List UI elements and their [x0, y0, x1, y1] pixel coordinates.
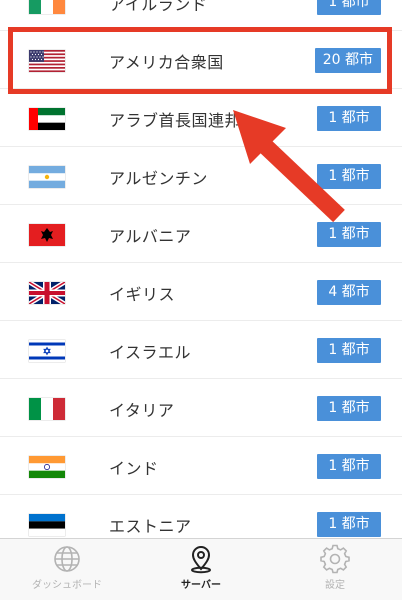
- server-row-israel[interactable]: イスラエル 1 都市: [0, 321, 402, 379]
- argentina-flag-icon: [29, 166, 65, 188]
- country-name: アルゼンチン: [109, 169, 208, 188]
- location-pin-icon: [191, 546, 211, 574]
- country-name: アルバニア: [109, 227, 192, 246]
- city-count-badge: 1 都市: [317, 338, 381, 363]
- tab-servers[interactable]: サーバー: [134, 539, 268, 600]
- tab-settings[interactable]: 設定: [268, 539, 402, 600]
- server-row-ireland[interactable]: アイルランド 1 都市: [0, 0, 402, 31]
- country-name: イギリス: [109, 285, 176, 304]
- city-count-badge: 1 都市: [317, 454, 381, 479]
- server-row-albania[interactable]: アルバニア 1 都市: [0, 205, 402, 263]
- tab-bar: ダッシュボード サーバー 設定: [0, 538, 402, 600]
- uk-flag-icon: [29, 282, 65, 304]
- country-name: アラブ首長国連邦: [109, 111, 242, 130]
- city-count-badge: 1 都市: [317, 222, 381, 247]
- country-name: アメリカ合衆国: [109, 53, 224, 72]
- server-row-usa[interactable]: アメリカ合衆国 20 都市: [0, 31, 402, 89]
- india-flag-icon: [29, 456, 65, 478]
- city-count-badge: 1 都市: [317, 106, 381, 131]
- israel-flag-icon: [29, 340, 65, 362]
- tab-dashboard[interactable]: ダッシュボード: [0, 539, 134, 600]
- usa-flag-icon: [29, 50, 65, 72]
- city-count-badge: 20 都市: [314, 48, 381, 73]
- server-row-india[interactable]: インド 1 都市: [0, 437, 402, 495]
- uae-flag-icon: [29, 108, 65, 130]
- city-count-badge: 4 都市: [317, 280, 381, 305]
- country-name: アイルランド: [109, 0, 208, 14]
- server-row-uk[interactable]: イギリス 4 都市: [0, 263, 402, 321]
- server-row-uae[interactable]: アラブ首長国連邦 1 都市: [0, 89, 402, 147]
- tab-label: 設定: [325, 580, 345, 591]
- country-name: イスラエル: [109, 343, 192, 362]
- tab-label: ダッシュボード: [32, 580, 102, 591]
- tab-label: サーバー: [181, 580, 221, 591]
- city-count-badge: 1 都市: [317, 0, 381, 15]
- server-row-italy[interactable]: イタリア 1 都市: [0, 379, 402, 437]
- ireland-flag-icon: [29, 0, 65, 14]
- server-list: アイルランド 1 都市 アメリカ合衆国 20 都市 アラブ首長国連邦 1 都市 …: [0, 0, 402, 538]
- server-row-argentina[interactable]: アルゼンチン 1 都市: [0, 147, 402, 205]
- globe-icon: [54, 546, 80, 572]
- italy-flag-icon: [29, 398, 65, 420]
- country-name: インド: [109, 459, 159, 478]
- city-count-badge: 1 都市: [317, 512, 381, 537]
- albania-flag-icon: [29, 224, 65, 246]
- estonia-flag-icon: [29, 514, 65, 536]
- city-count-badge: 1 都市: [317, 164, 381, 189]
- gear-icon: [320, 544, 350, 574]
- country-name: エストニア: [109, 517, 192, 536]
- city-count-badge: 1 都市: [317, 396, 381, 421]
- country-name: イタリア: [109, 401, 175, 420]
- server-row-estonia[interactable]: エストニア 1 都市: [0, 495, 402, 538]
